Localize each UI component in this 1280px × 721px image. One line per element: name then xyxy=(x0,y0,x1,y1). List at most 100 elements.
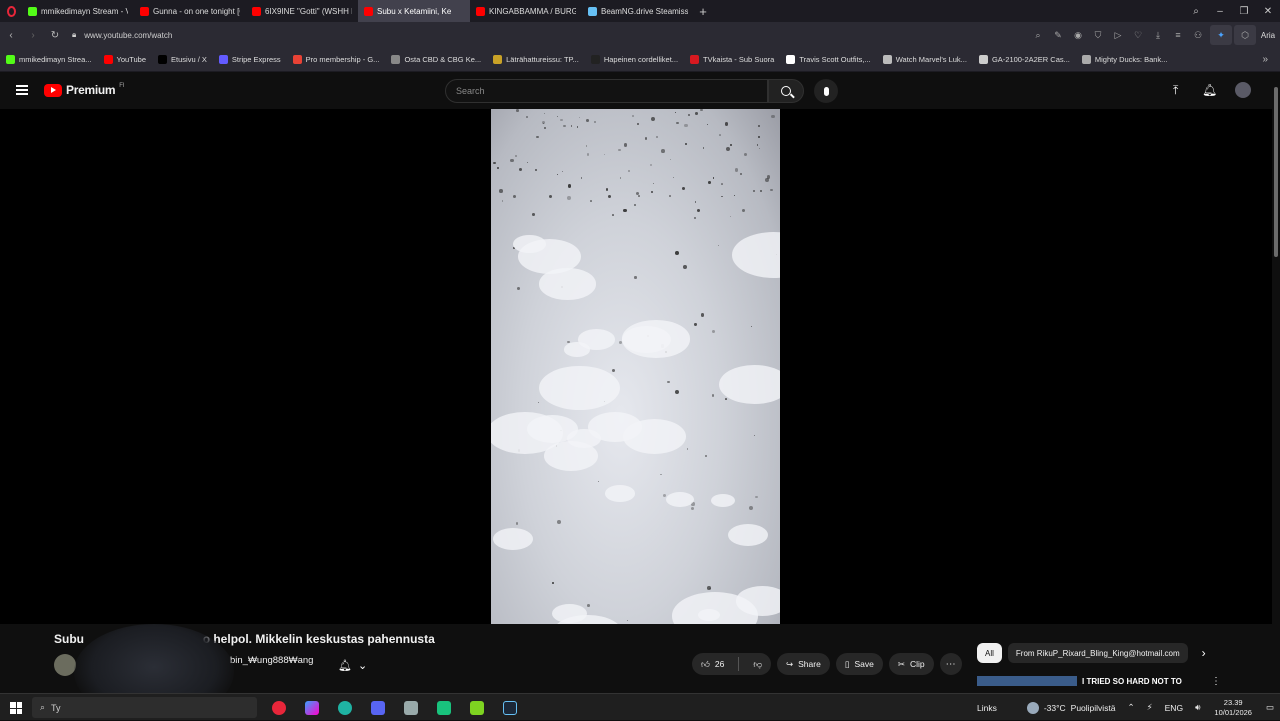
new-tab-button[interactable]: + xyxy=(694,4,712,19)
taskbar-settings-icon[interactable] xyxy=(394,697,427,718)
share-button[interactable]: ↪ Share xyxy=(777,653,830,675)
recommended-menu-icon[interactable]: ⋮ xyxy=(1211,676,1221,686)
profile-icon[interactable]: ⚇ xyxy=(1188,30,1208,41)
channel-name[interactable]: bin_₩ung888₩ang xyxy=(230,655,313,666)
windows-start-icon[interactable] xyxy=(10,702,22,714)
back-button[interactable]: ‹ xyxy=(0,30,22,41)
recommended-title[interactable]: I TRIED SO HARD NOT TO LAUGH xyxy=(1082,676,1202,686)
recommended-thumbnail[interactable] xyxy=(977,676,1077,686)
taskbar-discord-icon[interactable] xyxy=(361,697,394,718)
network-icon[interactable]: ⚡︎ xyxy=(1147,702,1153,713)
chip-all[interactable]: All xyxy=(977,643,1002,663)
aria-button[interactable]: Aria xyxy=(1256,31,1280,40)
browser-tab[interactable]: BeamNG.drive Steamissä xyxy=(582,0,694,22)
dirt-speck xyxy=(532,213,536,217)
dirt-speck xyxy=(660,473,662,476)
zoom-icon[interactable]: ⌕ xyxy=(1028,30,1048,41)
bookmark-item[interactable]: GA-2100-2A2ER Cas... xyxy=(973,55,1076,64)
bookmark-item[interactable]: Etusivu / X xyxy=(152,55,213,64)
links-toolbar[interactable]: Links xyxy=(977,703,997,713)
more-actions-button[interactable]: ⋯ xyxy=(939,653,962,675)
chip-from-channel[interactable]: From RikuP_Rixard_Bling_King@hotmail.com xyxy=(1007,643,1188,663)
download-icon[interactable]: ⤓ xyxy=(1148,30,1168,41)
bookmark-item[interactable]: Pro membership - G... xyxy=(287,55,386,64)
clock[interactable]: 23.39 10/01/2026 xyxy=(1214,698,1252,718)
chevron-right-icon[interactable]: › xyxy=(1202,646,1206,660)
channel-avatar[interactable] xyxy=(54,654,76,676)
shield-icon[interactable]: ⛉ xyxy=(1088,30,1108,41)
bookmark-item[interactable]: Watch Marvel's Luk... xyxy=(877,55,973,64)
like-button[interactable]: 👍︎ 26 xyxy=(692,653,733,675)
edit-icon[interactable]: ✎ xyxy=(1048,30,1068,41)
clip-button[interactable]: ✂ Clip xyxy=(888,653,934,675)
browser-tab[interactable]: KINGABBAMMA / BURGE xyxy=(470,0,582,22)
reload-button[interactable]: ↻ xyxy=(44,30,66,41)
notifications-icon[interactable]: ▭ xyxy=(1266,702,1274,713)
browser-tab[interactable]: Gunna - on one tonight [O xyxy=(134,0,246,22)
taskbar-app-arrow-icon[interactable] xyxy=(460,697,493,718)
share-icon: ↪ xyxy=(786,658,794,669)
bookmark-item[interactable]: Osta CBD & CBG Ke... xyxy=(385,55,487,64)
snow-lump xyxy=(604,484,636,502)
menu-icon[interactable]: ≡ xyxy=(1168,30,1188,40)
wallet-icon[interactable]: ⬡ xyxy=(1234,25,1256,45)
play-icon[interactable]: ▷ xyxy=(1108,30,1128,41)
tray-chevron-up-icon[interactable]: ⌃ xyxy=(1128,702,1135,713)
forward-button[interactable]: › xyxy=(22,30,44,41)
dirt-speck xyxy=(700,109,703,112)
upload-icon[interactable]: ⤒ xyxy=(1173,83,1178,98)
scrollbar-thumb[interactable] xyxy=(1274,87,1278,257)
bookmark-item[interactable]: Mighty Ducks: Bank... xyxy=(1076,55,1174,64)
taskbar-search-input[interactable]: ⌕ Ty xyxy=(32,697,257,718)
account-avatar[interactable] xyxy=(1235,82,1251,98)
dirt-speck xyxy=(758,147,760,149)
extension-icon[interactable]: ✦ xyxy=(1210,25,1232,45)
bookmark-item[interactable]: Läträhattureissu: TP... xyxy=(487,55,585,64)
taskbar-steam-icon[interactable] xyxy=(493,697,526,718)
taskbar-opera-icon[interactable] xyxy=(262,697,295,718)
url-field[interactable]: 🔒︎ www.youtube.com/watch xyxy=(72,30,172,40)
notifications-bell-icon[interactable]: 🔔︎ xyxy=(1202,83,1217,97)
browser-tab[interactable]: mmikedimayn Stream - V xyxy=(22,0,134,22)
voice-search-button[interactable] xyxy=(814,79,838,103)
guide-menu-icon[interactable] xyxy=(16,85,28,95)
taskbar-edge-icon[interactable] xyxy=(328,697,361,718)
bookmark-item[interactable]: mmikedimayn Strea... xyxy=(0,55,98,64)
taskbar-copilot-icon[interactable] xyxy=(295,697,328,718)
dirt-speck xyxy=(557,520,561,525)
recommended-video[interactable]: I TRIED SO HARD NOT TO LAUGH ⋮ xyxy=(977,676,1257,686)
save-button[interactable]: ▯ Save xyxy=(835,653,883,675)
page-scrollbar[interactable] xyxy=(1272,73,1280,693)
bookmark-item[interactable]: Hapeinen cordelliket... xyxy=(585,55,684,64)
dirt-speck xyxy=(756,144,759,146)
snow-lump xyxy=(577,329,615,350)
bookmark-item[interactable]: Travis Scott Outfits,... xyxy=(780,55,876,64)
taskbar-app-green-icon[interactable] xyxy=(427,697,460,718)
opera-logo-icon[interactable] xyxy=(0,0,22,22)
volume-icon[interactable]: 🔊︎ xyxy=(1195,702,1200,713)
dislike-button[interactable]: 👎︎ xyxy=(744,653,771,675)
heart-icon[interactable]: ♡ xyxy=(1128,30,1148,41)
video-frame-snow[interactable] xyxy=(491,109,780,624)
weather-widget[interactable]: -33°C Puolipilvistä xyxy=(1026,701,1116,714)
scissors-icon: ✂ xyxy=(897,658,905,669)
subscription-bell-button[interactable]: 🔔︎ ⌄ xyxy=(338,655,374,675)
bookmark-item[interactable]: YouTube xyxy=(98,55,152,64)
search-input[interactable]: Search xyxy=(445,79,768,103)
close-window-button[interactable]: ✕ xyxy=(1256,6,1280,17)
language-indicator[interactable]: ENG xyxy=(1165,703,1183,713)
camera-icon[interactable]: ◉ xyxy=(1068,30,1088,41)
youtube-premium-logo[interactable]: Premium FI xyxy=(44,83,125,97)
browser-tab[interactable]: Subu x Ketamiini, Ke xyxy=(358,0,470,22)
search-tabs-icon[interactable]: ⌕ xyxy=(1184,6,1208,17)
video-player[interactable] xyxy=(0,109,1272,624)
dirt-speck xyxy=(667,380,670,384)
minimize-button[interactable]: – xyxy=(1208,6,1232,17)
bookmark-item[interactable]: Stripe Express xyxy=(213,55,287,64)
bookmark-item[interactable]: TVkaista - Sub Suora xyxy=(684,55,780,64)
browser-tab[interactable]: 6IX9INE "Gotti" (WSHH E xyxy=(246,0,358,22)
dirt-speck xyxy=(753,434,756,437)
search-button[interactable] xyxy=(768,79,804,103)
bookmarks-overflow-icon[interactable]: » xyxy=(1262,54,1268,65)
restore-button[interactable]: ❐ xyxy=(1232,6,1256,17)
